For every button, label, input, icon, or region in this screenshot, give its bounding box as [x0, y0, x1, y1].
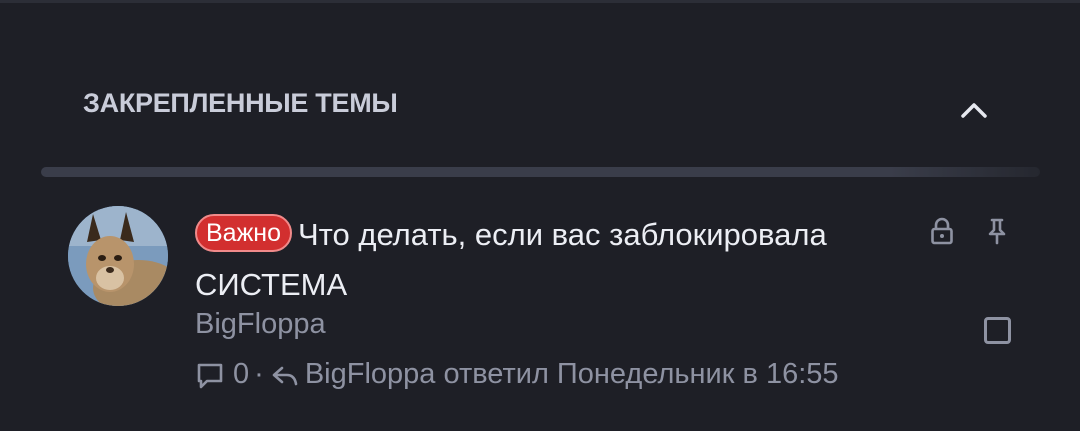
top-border: [0, 0, 1080, 3]
meta-separator: ·: [254, 358, 264, 390]
reply-count: 0: [233, 358, 250, 390]
thread-title-block: Важно Что делать, если вас заблокировала …: [195, 210, 895, 310]
lock-icon: [928, 216, 956, 246]
reply-icon: [271, 363, 299, 387]
comment-icon: [195, 360, 225, 390]
last-reply-info[interactable]: BigFloppa ответил Понедельник в 16:55: [305, 358, 839, 391]
thread-select-checkbox[interactable]: [984, 317, 1011, 344]
thread-item[interactable]: Важно Что делать, если вас заблокировала …: [0, 190, 1080, 410]
caracal-avatar-image: [68, 206, 168, 306]
thread-meta: 0 · BigFloppa ответил Понедельник в 16:5…: [195, 358, 839, 391]
section-title: ЗАКРЕПЛЕННЫЕ ТЕМЫ: [83, 88, 398, 118]
collapse-button[interactable]: [952, 88, 996, 132]
thread-author[interactable]: BigFloppa: [195, 308, 326, 341]
avatar[interactable]: [68, 206, 168, 306]
pinned-threads-header: ЗАКРЕПЛЕННЫЕ ТЕМЫ: [0, 60, 1080, 146]
chevron-up-icon: [961, 103, 987, 118]
pin-icon: [983, 216, 1011, 246]
important-badge: Важно: [195, 214, 293, 252]
section-divider: [41, 167, 1040, 177]
